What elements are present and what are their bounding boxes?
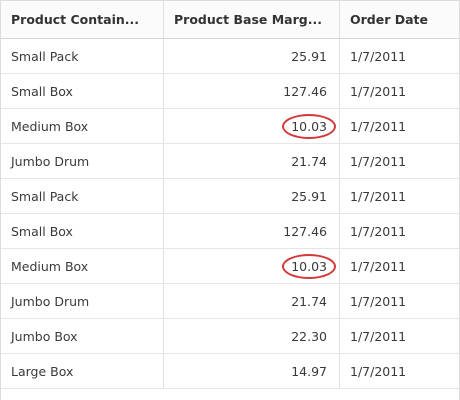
cell-product-container: Small Pack (1, 179, 164, 213)
table-row[interactable]: Small Pack 25.91 1/7/2011 (1, 179, 459, 214)
cell-product-base-margin: 25.91 (164, 39, 340, 73)
table-row[interactable]: Large Box 14.97 1/7/2011 (1, 354, 459, 389)
grid-body: Small Pack 25.91 1/7/2011 Small Box 127.46 1/… (1, 39, 459, 389)
table-row[interactable]: Small Pack 25.91 1/7/2011 (1, 39, 459, 74)
cell-product-base-margin: 25.91 (164, 179, 340, 213)
cell-product-container: Jumbo Drum (1, 144, 164, 178)
cell-product-base-margin: 127.46 (164, 74, 340, 108)
table-row[interactable]: Jumbo Drum 21.74 1/7/2011 (1, 284, 459, 319)
cell-order-date: 1/7/2011 (350, 83, 407, 99)
table-row[interactable]: Jumbo Drum 21.74 1/7/2011 (1, 144, 459, 179)
cell-order-date: 1/7/2011 (350, 48, 407, 64)
grid-header-row: Product Contain... Product Base Marg... … (1, 0, 459, 39)
highlighted-value: 10.03 (282, 113, 336, 139)
cell-product-container: Small Pack (1, 39, 164, 73)
table-row[interactable]: Medium Box 10.03 1/7/2011 (1, 109, 459, 144)
cell-product-container: Large Box (1, 354, 164, 388)
column-header-product-base-margin[interactable]: Product Base Marg... (164, 1, 340, 38)
cell-value: 21.74 (291, 153, 327, 169)
cell-value: 25.91 (291, 48, 327, 64)
cell-order-date: 1/7/2011 (350, 293, 407, 309)
cell-product-container: Small Box (1, 74, 164, 108)
cell-product-container: Medium Box (1, 109, 164, 143)
cell-product-base-margin: 14.97 (164, 354, 340, 388)
table-row[interactable]: Small Box 127.46 1/7/2011 (1, 214, 459, 249)
cell-value: 25.91 (291, 188, 327, 204)
cell-order-date: 1/7/2011 (350, 188, 407, 204)
cell-product-base-margin: 127.46 (164, 214, 340, 248)
cell-product-container: Jumbo Drum (1, 284, 164, 318)
cell-value: 127.46 (283, 223, 327, 239)
cell-order-date: 1/7/2011 (350, 258, 407, 274)
cell-value: 14.97 (291, 363, 327, 379)
table-row[interactable]: Jumbo Box 22.30 1/7/2011 (1, 319, 459, 354)
cell-order-date: 1/7/2011 (350, 153, 407, 169)
cell-product-container: Small Box (1, 214, 164, 248)
cell-order-date: 1/7/2011 (350, 118, 407, 134)
column-header-order-date[interactable]: Order Date (340, 1, 459, 38)
cell-order-date: 1/7/2011 (350, 363, 407, 379)
cell-product-base-margin: 10.03 (164, 109, 340, 143)
cell-product-base-margin: 21.74 (164, 144, 340, 178)
cell-order-date: 1/7/2011 (350, 328, 407, 344)
column-header-product-container[interactable]: Product Contain... (1, 1, 164, 38)
cell-order-date: 1/7/2011 (350, 223, 407, 239)
table-row[interactable]: Medium Box 10.03 1/7/2011 (1, 249, 459, 284)
cell-value: 127.46 (283, 83, 327, 99)
cell-product-base-margin: 21.74 (164, 284, 340, 318)
cell-value: 22.30 (291, 328, 327, 344)
data-grid: Product Contain... Product Base Marg... … (0, 0, 460, 400)
cell-product-base-margin: 22.30 (164, 319, 340, 353)
cell-product-base-margin: 10.03 (164, 249, 340, 283)
cell-product-container: Medium Box (1, 249, 164, 283)
cell-product-container: Jumbo Box (1, 319, 164, 353)
cell-value: 21.74 (291, 293, 327, 309)
table-row[interactable]: Small Box 127.46 1/7/2011 (1, 74, 459, 109)
highlighted-value: 10.03 (282, 253, 336, 279)
